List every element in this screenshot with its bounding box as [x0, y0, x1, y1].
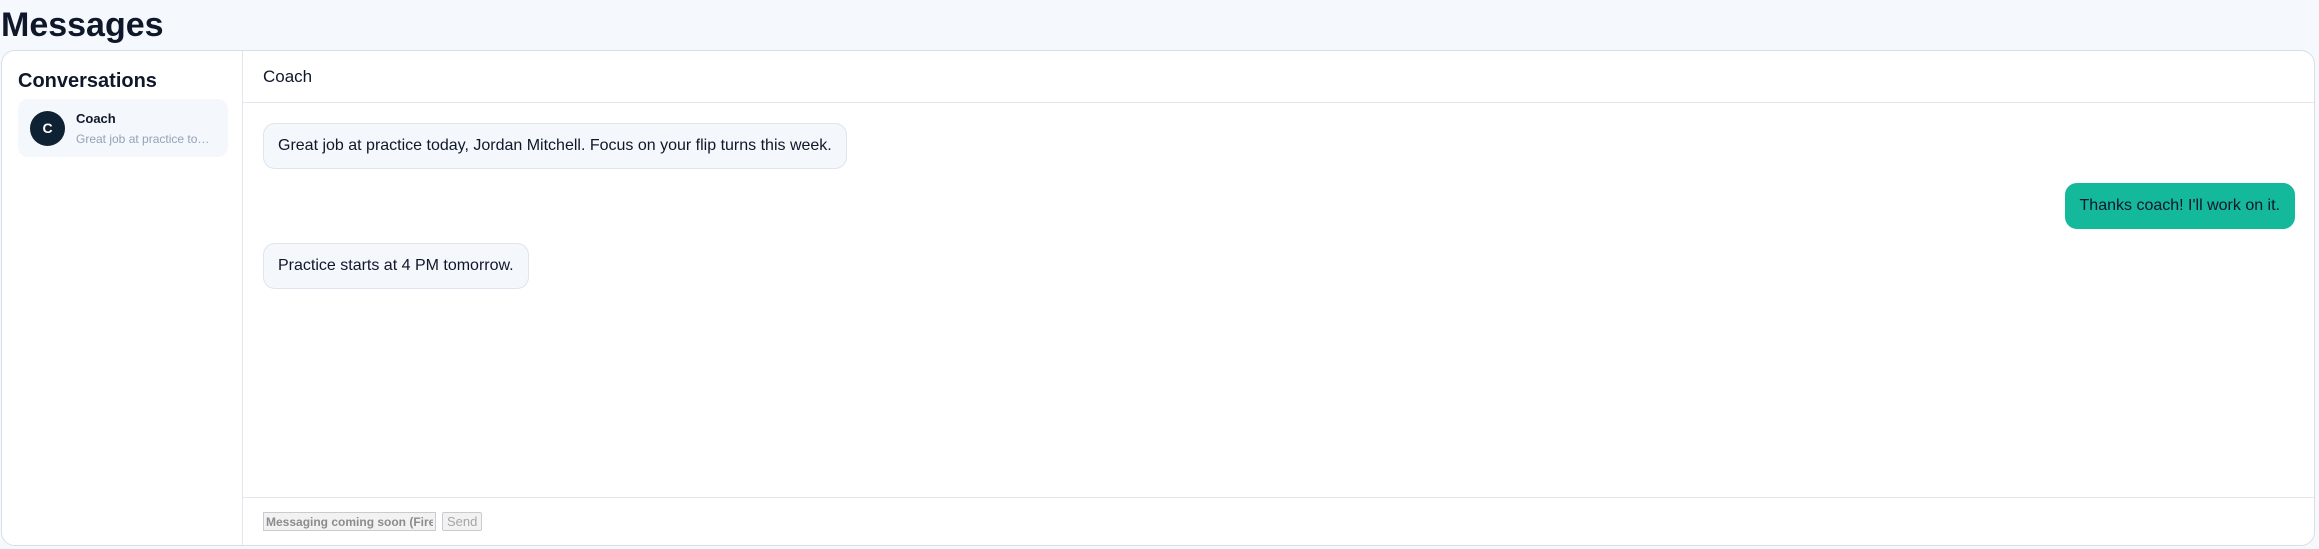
chat-area: Coach Great job at practice today, Jorda…: [243, 51, 2314, 545]
conversations-title: Conversations: [18, 70, 157, 92]
message-row: Thanks coach! I'll work on it.: [263, 183, 2295, 229]
conversation-item-coach[interactable]: C Coach Great job at practice today, Jor…: [18, 99, 228, 157]
page-title: Messages: [1, 6, 164, 44]
conversation-text: Coach Great job at practice today, Jorda…: [76, 111, 216, 146]
send-button[interactable]: Send: [442, 512, 483, 531]
message-list[interactable]: Great job at practice today, Jordan Mitc…: [243, 103, 2314, 497]
chat-header-title: Coach: [263, 66, 313, 86]
conversation-name: Coach: [76, 110, 116, 126]
conversation-preview: Great job at practice today, Jordan Mitc…: [76, 131, 212, 146]
message-row: Great job at practice today, Jordan Mitc…: [263, 123, 2295, 169]
conversations-sidebar: Conversations C Coach Great job at pract…: [2, 51, 243, 545]
chat-header: Coach: [243, 51, 2314, 103]
message-bubble-incoming: Practice starts at 4 PM tomorrow.: [263, 243, 529, 289]
messages-panel: Conversations C Coach Great job at pract…: [1, 50, 2315, 546]
avatar: C: [30, 110, 65, 146]
message-bubble-outgoing: Thanks coach! I'll work on it.: [2064, 183, 2295, 229]
message-composer: Send: [243, 497, 2314, 545]
message-row: Practice starts at 4 PM tomorrow.: [263, 243, 2295, 289]
message-bubble-incoming: Great job at practice today, Jordan Mitc…: [263, 123, 847, 169]
message-input[interactable]: [263, 512, 436, 531]
